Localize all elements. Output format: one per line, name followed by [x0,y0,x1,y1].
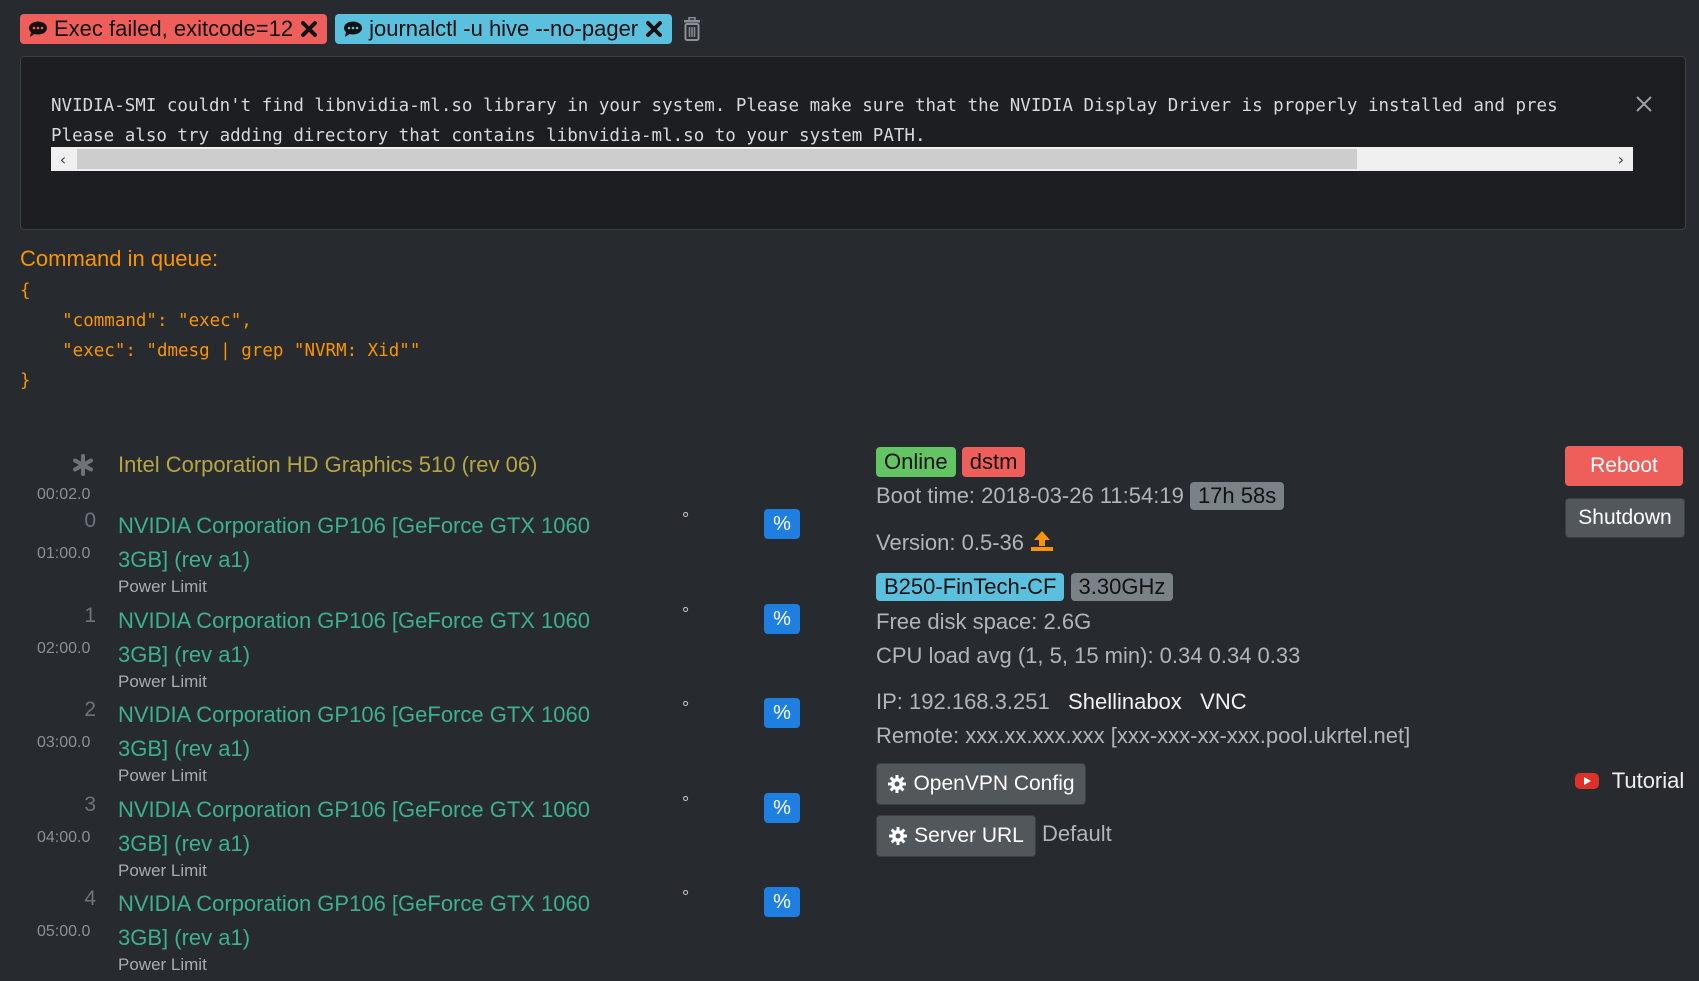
online-badge: Online [876,447,956,477]
hardware-badges: B250-FinTech-CF 3.30GHz [876,573,1174,601]
button-label: OpenVPN Config [913,772,1075,795]
gpu-fan-percent: % [764,887,800,917]
gpu-temperature: ° [682,698,690,718]
console-line: NVIDIA-SMI couldn't find libnvidia-ml.so… [51,96,1558,116]
upload-icon[interactable] [1030,530,1054,552]
console-line: Please also try adding directory that co… [51,126,926,146]
asterisk-icon [73,454,93,476]
tab-journalctl[interactable]: journalctl -u hive --no-pager [335,14,673,44]
motherboard-badge: B250-FinTech-CF [876,573,1065,601]
tab-label: journalctl -u hive --no-pager [369,16,639,41]
gpu-temperature: ° [682,887,690,907]
remote-address: Remote: xxx.xx.xxx.xxx [xxx-xxx-xx-xxx.p… [876,723,1411,748]
gpu-name: NVIDIA Corporation GP106 [GeForce GTX 10… [118,702,591,761]
gpu-fan-percent: % [764,698,800,728]
gpu-power-limit: Power Limit [118,861,207,880]
gpu-bus-id: 03:00.0 [37,734,91,751]
trash-icon[interactable] [682,16,704,42]
gpu-bus-id: 00:02.0 [37,486,91,503]
boot-time: Boot time: 2018-03-26 11:54:19 [876,483,1184,508]
miner-badge[interactable]: dstm [961,447,1026,477]
gpu-row: 0 NVIDIA Corporation GP106 [GeForce GTX … [0,509,820,599]
horizontal-scrollbar[interactable]: ‹ › [51,147,1633,171]
gpu-bus-id: 04:00.0 [37,829,91,846]
cpu-freq-badge: 3.30GHz [1070,573,1174,601]
gpu-index: 0 [84,509,96,532]
ip-address: IP: 192.168.3.251 [876,689,1050,714]
gpu-temperature: ° [682,793,690,813]
comment-icon [344,21,363,37]
gpu-power-limit: Power Limit [118,766,207,785]
status-badges: Online dstm [876,447,1026,477]
disk-space: Free disk space: 2.6G [876,609,1092,634]
close-x-icon[interactable] [299,19,319,39]
gpu-index: 2 [84,698,96,721]
server-url-button[interactable]: Server URL [876,815,1036,857]
queue-json: { "command": "exec", "exec": "dmesg | gr… [20,281,421,391]
gpu-name: NVIDIA Corporation GP106 [GeForce GTX 10… [118,513,591,572]
tutorial-label: Tutorial [1611,768,1685,793]
comment-icon [29,21,47,37]
gpu-row: 4 NVIDIA Corporation GP106 [GeForce GTX … [0,887,820,977]
reboot-button[interactable]: Reboot [1565,446,1683,486]
console-text: NVIDIA-SMI couldn't find libnvidia-ml.so… [51,91,1661,151]
shellinabox-link[interactable]: Shellinabox [1068,689,1182,714]
gpu-row-intel: Intel Corporation HD Graphics 510 (rev 0… [0,448,820,508]
openvpn-config-button[interactable]: OpenVPN Config [876,763,1086,805]
version-line: Version: 0.5-36 [876,530,1054,556]
gear-icon [889,827,908,845]
ip-line: IP: 192.168.3.251 Shellinabox VNC [876,689,1247,715]
queue-label: Command in queue: [20,246,219,271]
button-label: Server URL [914,824,1024,847]
close-x-icon[interactable] [644,19,664,39]
gpu-name: NVIDIA Corporation GP106 [GeForce GTX 10… [118,608,591,667]
gear-icon [888,775,907,793]
gpu-name: NVIDIA Corporation GP106 [GeForce GTX 10… [118,797,591,856]
close-icon[interactable] [1633,93,1655,115]
gpu-row: 1 NVIDIA Corporation GP106 [GeForce GTX … [0,604,820,694]
tab-exec-failed[interactable]: Exec failed, exitcode=12 [20,14,328,44]
gpu-fan-percent: % [764,509,800,539]
gpu-index: 1 [84,604,96,627]
server-url-value: Default [1042,821,1112,846]
cpu-load: CPU load avg (1, 5, 15 min): 0.34 0.34 0… [876,643,1301,668]
gpu-power-limit: Power Limit [118,955,207,974]
shutdown-button[interactable]: Shutdown [1565,498,1685,538]
tab-label: Exec failed, exitcode=12 [54,16,294,41]
gpu-bus-id: 05:00.0 [37,923,91,940]
gpu-fan-percent: % [764,604,800,634]
gpu-name: NVIDIA Corporation GP106 [GeForce GTX 10… [118,891,591,950]
gpu-bus-id: 02:00.0 [37,640,91,657]
scroll-thumb[interactable] [77,149,1357,169]
boot-time-line: Boot time: 2018-03-26 11:54:19 17h 58s [876,482,1285,510]
version-text: Version: 0.5-36 [876,530,1024,555]
gpu-power-limit: Power Limit [118,577,207,596]
gpu-index: 3 [84,793,96,816]
youtube-icon [1575,773,1599,789]
tutorial-link[interactable]: Tutorial [1574,768,1684,794]
message-tabs: Exec failed, exitcode=12 journalctl -u h… [20,14,704,44]
gpu-power-limit: Power Limit [118,672,207,691]
gpu-bus-id: 01:00.0 [37,545,91,562]
gpu-fan-percent: % [764,793,800,823]
gpu-row: 2 NVIDIA Corporation GP106 [GeForce GTX … [0,698,820,788]
console-output: NVIDIA-SMI couldn't find libnvidia-ml.so… [20,56,1686,230]
gpu-temperature: ° [682,509,690,529]
uptime-badge: 17h 58s [1189,482,1285,510]
vnc-link[interactable]: VNC [1200,689,1246,714]
gpu-name: Intel Corporation HD Graphics 510 (rev 0… [118,452,538,477]
gpu-row: 3 NVIDIA Corporation GP106 [GeForce GTX … [0,793,820,883]
gpu-temperature: ° [682,604,690,624]
scroll-left-arrow[interactable]: ‹ [51,147,75,171]
gpu-index: 4 [84,887,96,910]
scroll-right-arrow[interactable]: › [1609,147,1633,171]
